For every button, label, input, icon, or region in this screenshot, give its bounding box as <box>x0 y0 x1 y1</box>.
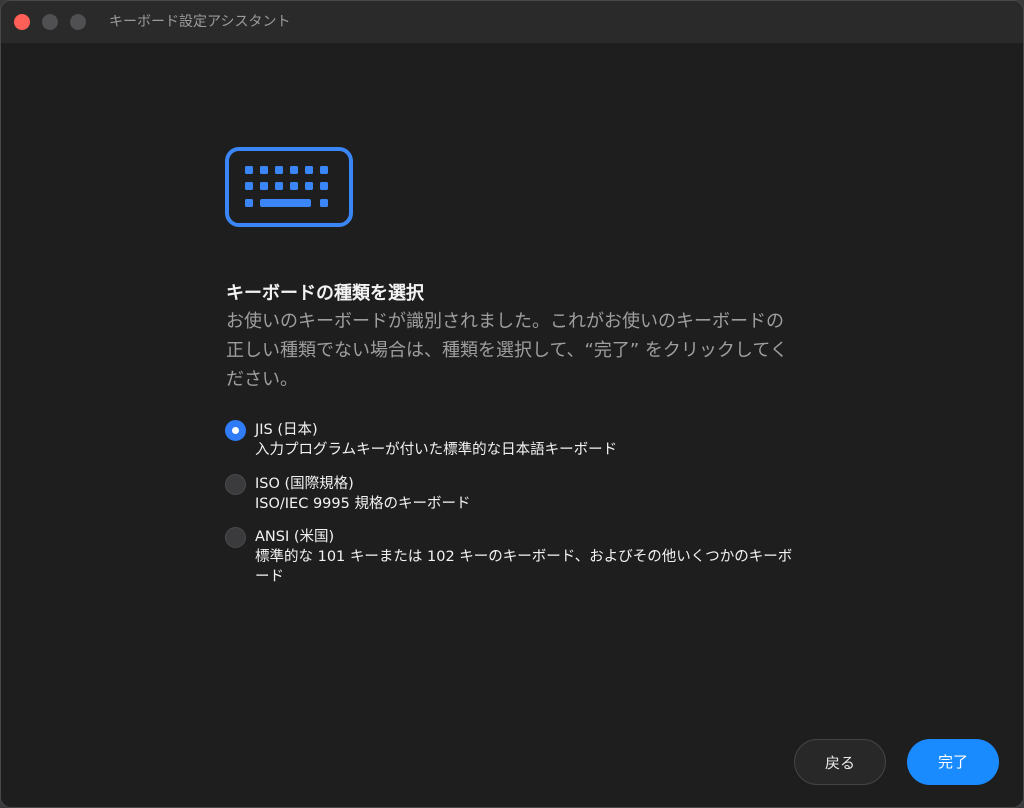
option-title: JIS (日本) <box>255 422 318 438</box>
close-window-button[interactable] <box>14 14 30 30</box>
option-title: ISO (国際規格) <box>255 476 354 492</box>
page-description: お使いのキーボードが識別されました。これがお使いのキーボードの正しい種類でない場… <box>226 311 788 390</box>
option-title: ANSI (米国) <box>255 529 335 545</box>
option-description: ISO/IEC 9995 規格のキーボード <box>255 496 471 512</box>
minimize-window-button[interactable] <box>42 14 58 30</box>
page-heading: キーボードの種類を選択 <box>226 283 424 304</box>
zoom-window-button[interactable] <box>70 14 86 30</box>
option-description: 標準的な 101 キーまたは 102 キーのキーボード、およびその他いくつかのキ… <box>255 549 793 585</box>
keyboard-icon <box>225 147 353 227</box>
title-bar: キーボード設定アシスタント <box>1 1 1023 43</box>
jis-radio-button[interactable] <box>225 420 246 441</box>
keyboard-setup-window: キーボード設定アシスタント キーボードの種類を選択 お使いのキーボードが識別され… <box>0 0 1024 808</box>
done-button[interactable]: 完了 <box>907 739 999 785</box>
back-button[interactable]: 戻る <box>794 739 886 785</box>
iso-radio-button[interactable] <box>225 474 246 495</box>
option-description: 入力プログラムキーが付いた標準的な日本語キーボード <box>255 442 618 458</box>
ansi-radio-button[interactable] <box>225 527 246 548</box>
window-title: キーボード設定アシスタント <box>109 14 291 30</box>
